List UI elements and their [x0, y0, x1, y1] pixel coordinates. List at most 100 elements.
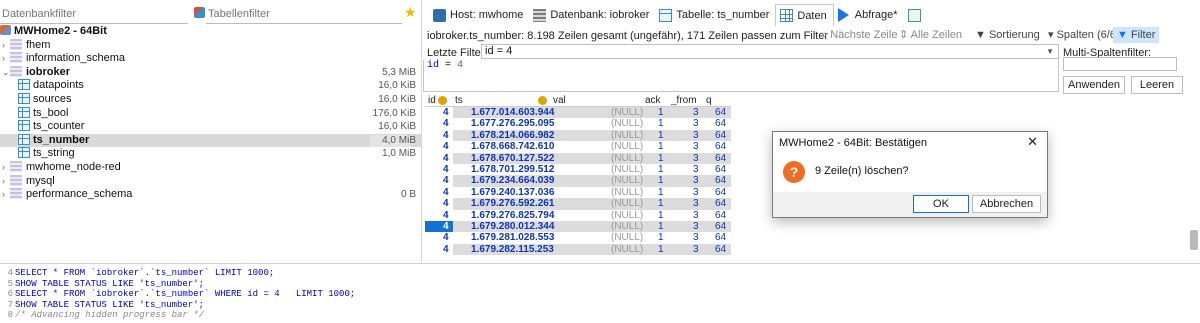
tab-database[interactable]: Datenbank: iobroker: [529, 4, 655, 26]
expand-icon[interactable]: ›: [2, 188, 10, 202]
column-header-val[interactable]: val: [553, 95, 566, 106]
cell-val[interactable]: (NULL): [611, 244, 643, 255]
cell-ack[interactable]: 1: [658, 221, 664, 232]
cell-ack[interactable]: 1: [658, 187, 664, 198]
tab-data[interactable]: Daten: [775, 4, 834, 26]
column-header-ack[interactable]: ack: [645, 95, 661, 106]
cell-ts[interactable]: 1.679.282.115.253: [471, 244, 554, 255]
cell-q[interactable]: 64: [715, 198, 726, 209]
cell-from[interactable]: 3: [693, 164, 699, 175]
filter-editor[interactable]: [423, 60, 1059, 92]
table-row[interactable]: 4 1.678.214.066.982 (NULL) 1 3 64: [425, 129, 731, 142]
cell-from[interactable]: 3: [693, 175, 699, 186]
table-row[interactable]: 4 1.679.281.028.553 (NULL) 1 3 64: [425, 232, 731, 244]
cell-ack[interactable]: 1: [658, 118, 664, 129]
cell-q[interactable]: 64: [715, 187, 726, 198]
tree-database-item[interactable]: › mysql: [0, 174, 422, 189]
cell-from[interactable]: 3: [693, 187, 699, 198]
cell-id[interactable]: 4: [443, 164, 449, 175]
cell-id[interactable]: 4: [443, 210, 449, 221]
cell-q[interactable]: 64: [715, 107, 726, 118]
cell-ack[interactable]: 1: [658, 232, 664, 243]
column-header-q[interactable]: q: [706, 95, 712, 106]
table-row[interactable]: 4 1.679.276.825.794 (NULL) 1 3 64: [425, 209, 731, 221]
close-icon[interactable]: ✕: [1027, 134, 1038, 150]
cell-from[interactable]: 3: [693, 130, 699, 141]
tab-query[interactable]: Abfrage*: [834, 4, 904, 26]
tree-table-item[interactable]: datapoints 16,0 KiB: [0, 79, 422, 93]
cell-id[interactable]: 4: [443, 118, 449, 129]
grid-scrollbar-thumb[interactable]: [1190, 230, 1198, 250]
cell-val[interactable]: (NULL): [611, 175, 643, 186]
cell-from[interactable]: 3: [693, 232, 699, 243]
cell-id[interactable]: 4: [443, 153, 449, 164]
cell-id[interactable]: 4: [443, 198, 449, 209]
cell-q[interactable]: 64: [715, 118, 726, 129]
cell-ts[interactable]: 1.678.668.742.610: [471, 141, 554, 152]
table-row[interactable]: 4 1.679.280.012.344 (NULL) 1 3 64: [425, 220, 731, 233]
cell-ack[interactable]: 1: [658, 198, 664, 209]
cell-id[interactable]: 4: [443, 232, 449, 243]
cell-val[interactable]: (NULL): [611, 164, 643, 175]
cell-from[interactable]: 3: [693, 210, 699, 221]
cell-ack[interactable]: 1: [658, 244, 664, 255]
column-header-ts[interactable]: ts: [455, 95, 463, 106]
cell-id[interactable]: 4: [443, 107, 449, 118]
cell-id[interactable]: 4: [443, 244, 449, 255]
apply-filter-button[interactable]: Anwenden: [1063, 76, 1125, 94]
multi-column-filter-input[interactable]: [1063, 57, 1177, 71]
cell-from[interactable]: 3: [693, 141, 699, 152]
favorite-star-icon[interactable]: ★: [404, 4, 417, 21]
cell-ack[interactable]: 1: [658, 164, 664, 175]
cell-val[interactable]: (NULL): [611, 198, 643, 209]
cell-ts[interactable]: 1.679.276.825.794: [471, 210, 554, 221]
cell-q[interactable]: 64: [715, 130, 726, 141]
cell-from[interactable]: 3: [693, 153, 699, 164]
all-rows-button[interactable]: ⇕ Alle Zeilen: [899, 27, 962, 43]
table-row[interactable]: 4 1.678.670.127.522 (NULL) 1 3 64: [425, 152, 731, 164]
table-row[interactable]: 4 1.677.276.295.095 (NULL) 1 3 64: [425, 118, 731, 130]
collapse-icon[interactable]: ⌄: [2, 66, 10, 80]
database-filter-input[interactable]: [0, 4, 188, 24]
cell-q[interactable]: 64: [715, 232, 726, 243]
cell-ack[interactable]: 1: [658, 175, 664, 186]
table-row[interactable]: 4 1.678.701.299.512 (NULL) 1 3 64: [425, 163, 731, 176]
cell-ts[interactable]: 1.679.234.664.039: [471, 175, 554, 186]
cell-ts[interactable]: 1.677.276.295.095: [471, 118, 554, 129]
tree-table-item[interactable]: ts_bool 176,0 KiB: [0, 106, 422, 121]
table-row[interactable]: 4 1.679.234.664.039 (NULL) 1 3 64: [425, 175, 731, 187]
expand-icon[interactable]: ›: [2, 39, 10, 53]
table-row[interactable]: 4 1.678.668.742.610 (NULL) 1 3 64: [425, 141, 731, 153]
cell-id[interactable]: 4: [443, 175, 449, 186]
cell-ts[interactable]: 1.678.701.299.512: [471, 164, 554, 175]
cell-from[interactable]: 3: [693, 118, 699, 129]
filter-toggle-button[interactable]: ▼ Filter: [1113, 27, 1160, 43]
query-log[interactable]: 4 SELECT * FROM `iobroker`.`ts_number` LI…: [0, 263, 1200, 323]
cell-ts[interactable]: 1.679.240.137.036: [471, 187, 554, 198]
cell-ts[interactable]: 1.678.670.127.522: [471, 153, 554, 164]
expand-icon[interactable]: ›: [2, 52, 10, 66]
cell-q[interactable]: 64: [715, 244, 726, 255]
tab-host[interactable]: Host: mwhome: [429, 4, 529, 26]
cell-id[interactable]: 4: [443, 187, 449, 198]
tree-database-item[interactable]: › information_schema: [0, 52, 422, 66]
tree-table-item[interactable]: ts_string 1,0 MiB: [0, 147, 422, 161]
cell-ack[interactable]: 1: [658, 153, 664, 164]
data-grid[interactable]: id ts val ack _from q 4 1.677.014.603.944…: [425, 94, 731, 256]
cell-from[interactable]: 3: [693, 244, 699, 255]
cell-ts[interactable]: 1.678.214.066.982: [471, 130, 554, 141]
cell-ts[interactable]: 1.679.276.592.261: [471, 198, 554, 209]
cell-q[interactable]: 64: [715, 210, 726, 221]
tree-database-item[interactable]: ⌄ iobroker 5,3 MiB: [0, 65, 422, 80]
column-header-from[interactable]: _from: [671, 95, 697, 106]
expand-icon[interactable]: ›: [2, 161, 10, 175]
cell-val[interactable]: (NULL): [611, 130, 643, 141]
cell-val[interactable]: (NULL): [611, 118, 643, 129]
cell-id[interactable]: 4: [443, 221, 449, 232]
ok-button[interactable]: OK: [913, 195, 969, 213]
tree-table-item[interactable]: sources 16,0 KiB: [0, 92, 422, 107]
tree-database-item[interactable]: › performance_schema 0 B: [0, 188, 422, 202]
cell-val[interactable]: (NULL): [611, 107, 643, 118]
cell-q[interactable]: 64: [715, 141, 726, 152]
cell-id[interactable]: 4: [443, 141, 449, 152]
